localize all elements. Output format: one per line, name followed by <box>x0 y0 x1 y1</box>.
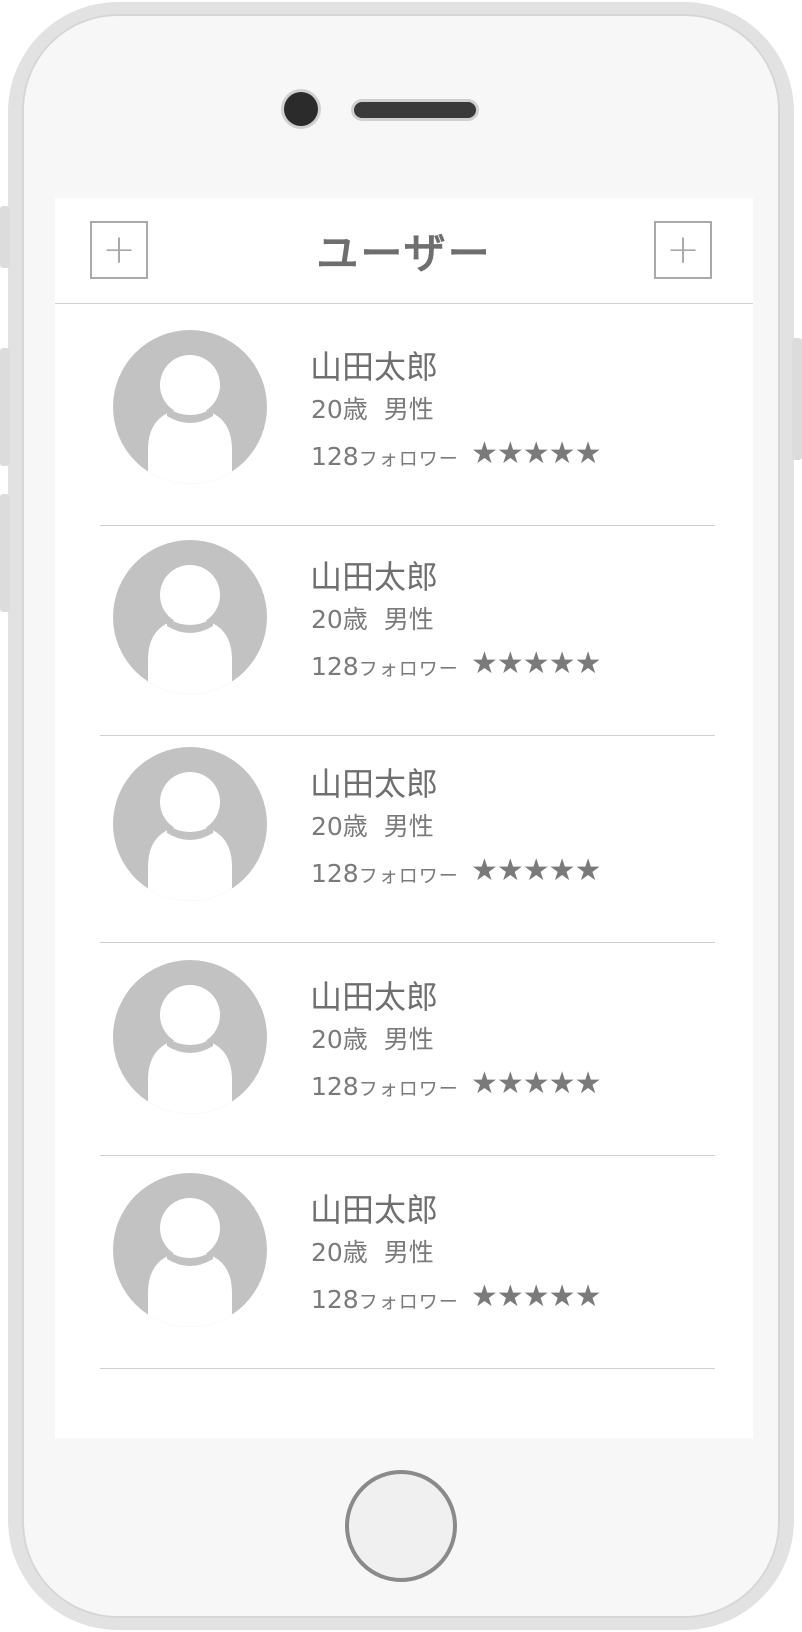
right-add-button[interactable]: + <box>654 221 712 279</box>
followers-label: フォロワー <box>358 865 459 887</box>
user-name: 山田太郎 <box>310 765 439 803</box>
row-divider <box>100 1368 715 1369</box>
star-rating: ★★★★★ <box>471 646 601 681</box>
followers-count: 128フォロワー <box>311 1285 459 1314</box>
earpiece-speaker <box>354 102 476 118</box>
user-avatar-icon <box>113 960 267 1114</box>
user-avatar-icon <box>113 747 267 901</box>
followers-count: 128フォロワー <box>311 652 459 681</box>
user-age-gender: 20歳 男性 <box>311 812 434 841</box>
followers-count: 128フォロワー <box>311 859 459 888</box>
user-age-gender: 20歳 男性 <box>311 1238 434 1267</box>
silent-switch <box>0 206 10 268</box>
user-list-item[interactable]: 山田太郎 20歳 男性 128フォロワー ★★★★★ <box>55 721 753 943</box>
star-rating: ★★★★★ <box>471 1066 601 1101</box>
user-list-item[interactable]: 山田太郎 20歳 男性 128フォロワー ★★★★★ <box>55 1147 753 1369</box>
followers-count: 128フォロワー <box>311 442 459 471</box>
followers-label: フォロワー <box>358 1078 459 1100</box>
user-avatar-icon <box>113 540 267 694</box>
screen: + ユーザー + 山田太郎 20歳 男性 128フォロワー ★★★★★ 山田太郎… <box>55 198 753 1438</box>
user-avatar-icon <box>113 330 267 484</box>
user-list-item[interactable]: 山田太郎 20歳 男性 128フォロワー ★★★★★ <box>55 514 753 736</box>
plus-icon: + <box>102 227 136 273</box>
user-name: 山田太郎 <box>310 558 439 596</box>
front-camera <box>284 92 318 126</box>
left-add-button[interactable]: + <box>90 221 148 279</box>
followers-label: フォロワー <box>358 658 459 680</box>
user-name: 山田太郎 <box>310 1191 439 1229</box>
followers-count: 128フォロワー <box>311 1072 459 1101</box>
user-list-item[interactable]: 山田太郎 20歳 男性 128フォロワー ★★★★★ <box>55 304 753 526</box>
user-list-item[interactable]: 山田太郎 20歳 男性 128フォロワー ★★★★★ <box>55 934 753 1156</box>
page-title: ユーザー <box>316 229 492 278</box>
followers-number: 128 <box>311 442 359 471</box>
star-rating: ★★★★★ <box>471 436 601 471</box>
star-rating: ★★★★★ <box>471 1279 601 1314</box>
user-avatar-icon <box>113 1173 267 1327</box>
followers-number: 128 <box>311 1072 359 1101</box>
followers-label: フォロワー <box>358 448 459 470</box>
volume-down-button <box>0 494 10 612</box>
user-name: 山田太郎 <box>310 978 439 1016</box>
user-name: 山田太郎 <box>310 348 439 386</box>
plus-icon: + <box>666 227 700 273</box>
home-button[interactable] <box>345 1470 457 1582</box>
user-age-gender: 20歳 男性 <box>311 1025 434 1054</box>
followers-number: 128 <box>311 859 359 888</box>
star-rating: ★★★★★ <box>471 853 601 888</box>
navigation-bar: + ユーザー + <box>55 198 753 304</box>
power-button <box>792 338 802 460</box>
followers-number: 128 <box>311 652 359 681</box>
followers-label: フォロワー <box>358 1291 459 1313</box>
user-age-gender: 20歳 男性 <box>311 605 434 634</box>
volume-up-button <box>0 348 10 466</box>
followers-number: 128 <box>311 1285 359 1314</box>
user-age-gender: 20歳 男性 <box>311 395 434 424</box>
